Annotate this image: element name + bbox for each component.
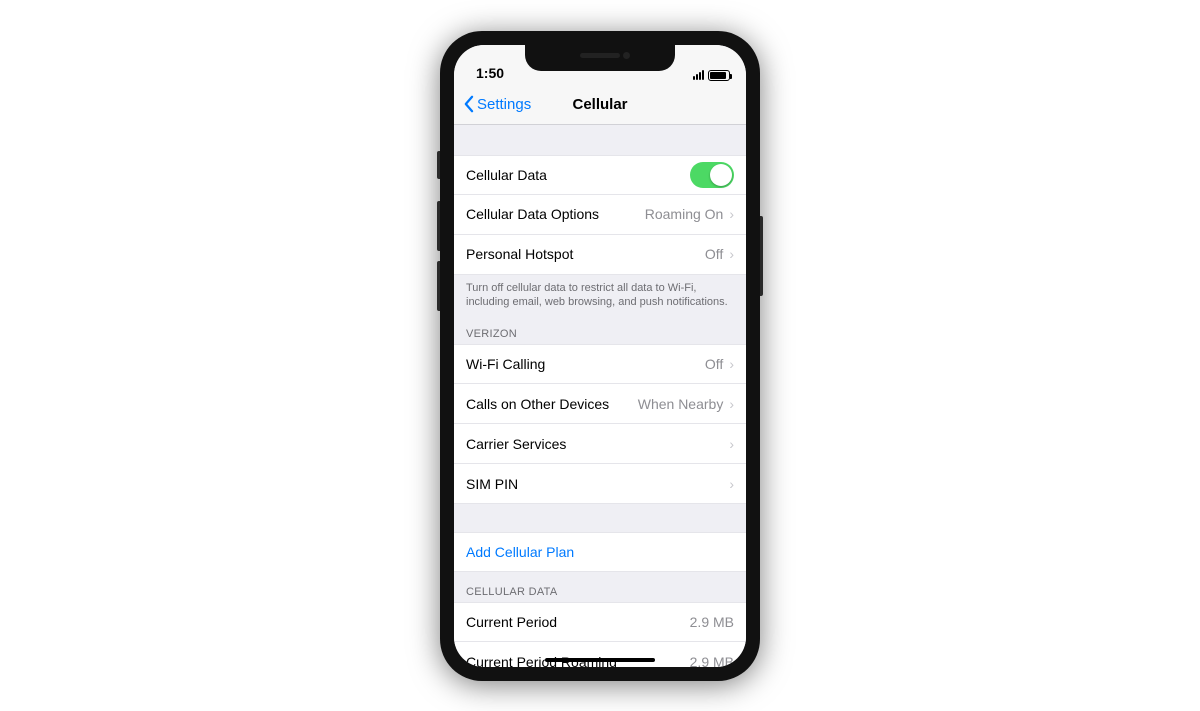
status-time: 1:50 <box>476 65 536 81</box>
row-label: Cellular Data Options <box>466 206 645 222</box>
row-label: Carrier Services <box>466 436 723 452</box>
power-button <box>760 216 763 296</box>
chevron-right-icon: › <box>729 356 734 372</box>
row-add-cellular-plan[interactable]: Add Cellular Plan <box>454 532 746 572</box>
usage-header: CELLULAR DATA <box>454 572 746 602</box>
row-carrier-services[interactable]: Carrier Services › <box>454 424 746 464</box>
back-button[interactable]: Settings <box>462 95 531 113</box>
row-value: Off <box>705 246 723 262</box>
row-current-period: Current Period 2.9 MB <box>454 602 746 642</box>
screen: 1:50 Settings Cellular Cellular Data <box>454 45 746 667</box>
row-cellular-data-options[interactable]: Cellular Data Options Roaming On › <box>454 195 746 235</box>
row-personal-hotspot[interactable]: Personal Hotspot Off › <box>454 235 746 275</box>
row-current-period-roaming: Current Period Roaming 2.9 MB <box>454 642 746 666</box>
row-value: Roaming On <box>645 206 724 222</box>
chevron-right-icon: › <box>729 206 734 222</box>
home-indicator[interactable] <box>545 658 655 662</box>
row-label: Calls on Other Devices <box>466 396 638 412</box>
cellular-data-toggle[interactable] <box>690 162 734 188</box>
chevron-right-icon: › <box>729 246 734 262</box>
row-value: When Nearby <box>638 396 724 412</box>
volume-up-button <box>437 201 440 251</box>
row-label: SIM PIN <box>466 476 723 492</box>
row-cellular-data[interactable]: Cellular Data <box>454 155 746 195</box>
row-label: Personal Hotspot <box>466 246 705 262</box>
nav-bar: Settings Cellular <box>454 85 746 125</box>
group-footer: Turn off cellular data to restrict all d… <box>454 275 746 315</box>
row-wifi-calling[interactable]: Wi-Fi Calling Off › <box>454 344 746 384</box>
row-value: Off <box>705 356 723 372</box>
row-calls-other-devices[interactable]: Calls on Other Devices When Nearby › <box>454 384 746 424</box>
row-value: 2.9 MB <box>690 614 734 630</box>
cellular-signal-icon <box>693 70 704 80</box>
chevron-right-icon: › <box>729 396 734 412</box>
row-sim-pin[interactable]: SIM PIN › <box>454 464 746 504</box>
notch <box>525 45 675 71</box>
row-value: 2.9 MB <box>690 654 734 667</box>
row-label: Cellular Data <box>466 167 690 183</box>
content[interactable]: Cellular Data Cellular Data Options Roam… <box>454 125 746 667</box>
row-label: Add Cellular Plan <box>466 544 734 560</box>
chevron-left-icon <box>462 95 475 113</box>
mute-switch <box>437 151 440 179</box>
row-label: Current Period <box>466 614 690 630</box>
battery-icon <box>708 70 730 81</box>
row-label: Wi-Fi Calling <box>466 356 705 372</box>
chevron-right-icon: › <box>729 476 734 492</box>
phone-frame: 1:50 Settings Cellular Cellular Data <box>440 31 760 681</box>
back-label: Settings <box>477 96 531 113</box>
carrier-header: VERIZON <box>454 314 746 344</box>
volume-down-button <box>437 261 440 311</box>
chevron-right-icon: › <box>729 436 734 452</box>
